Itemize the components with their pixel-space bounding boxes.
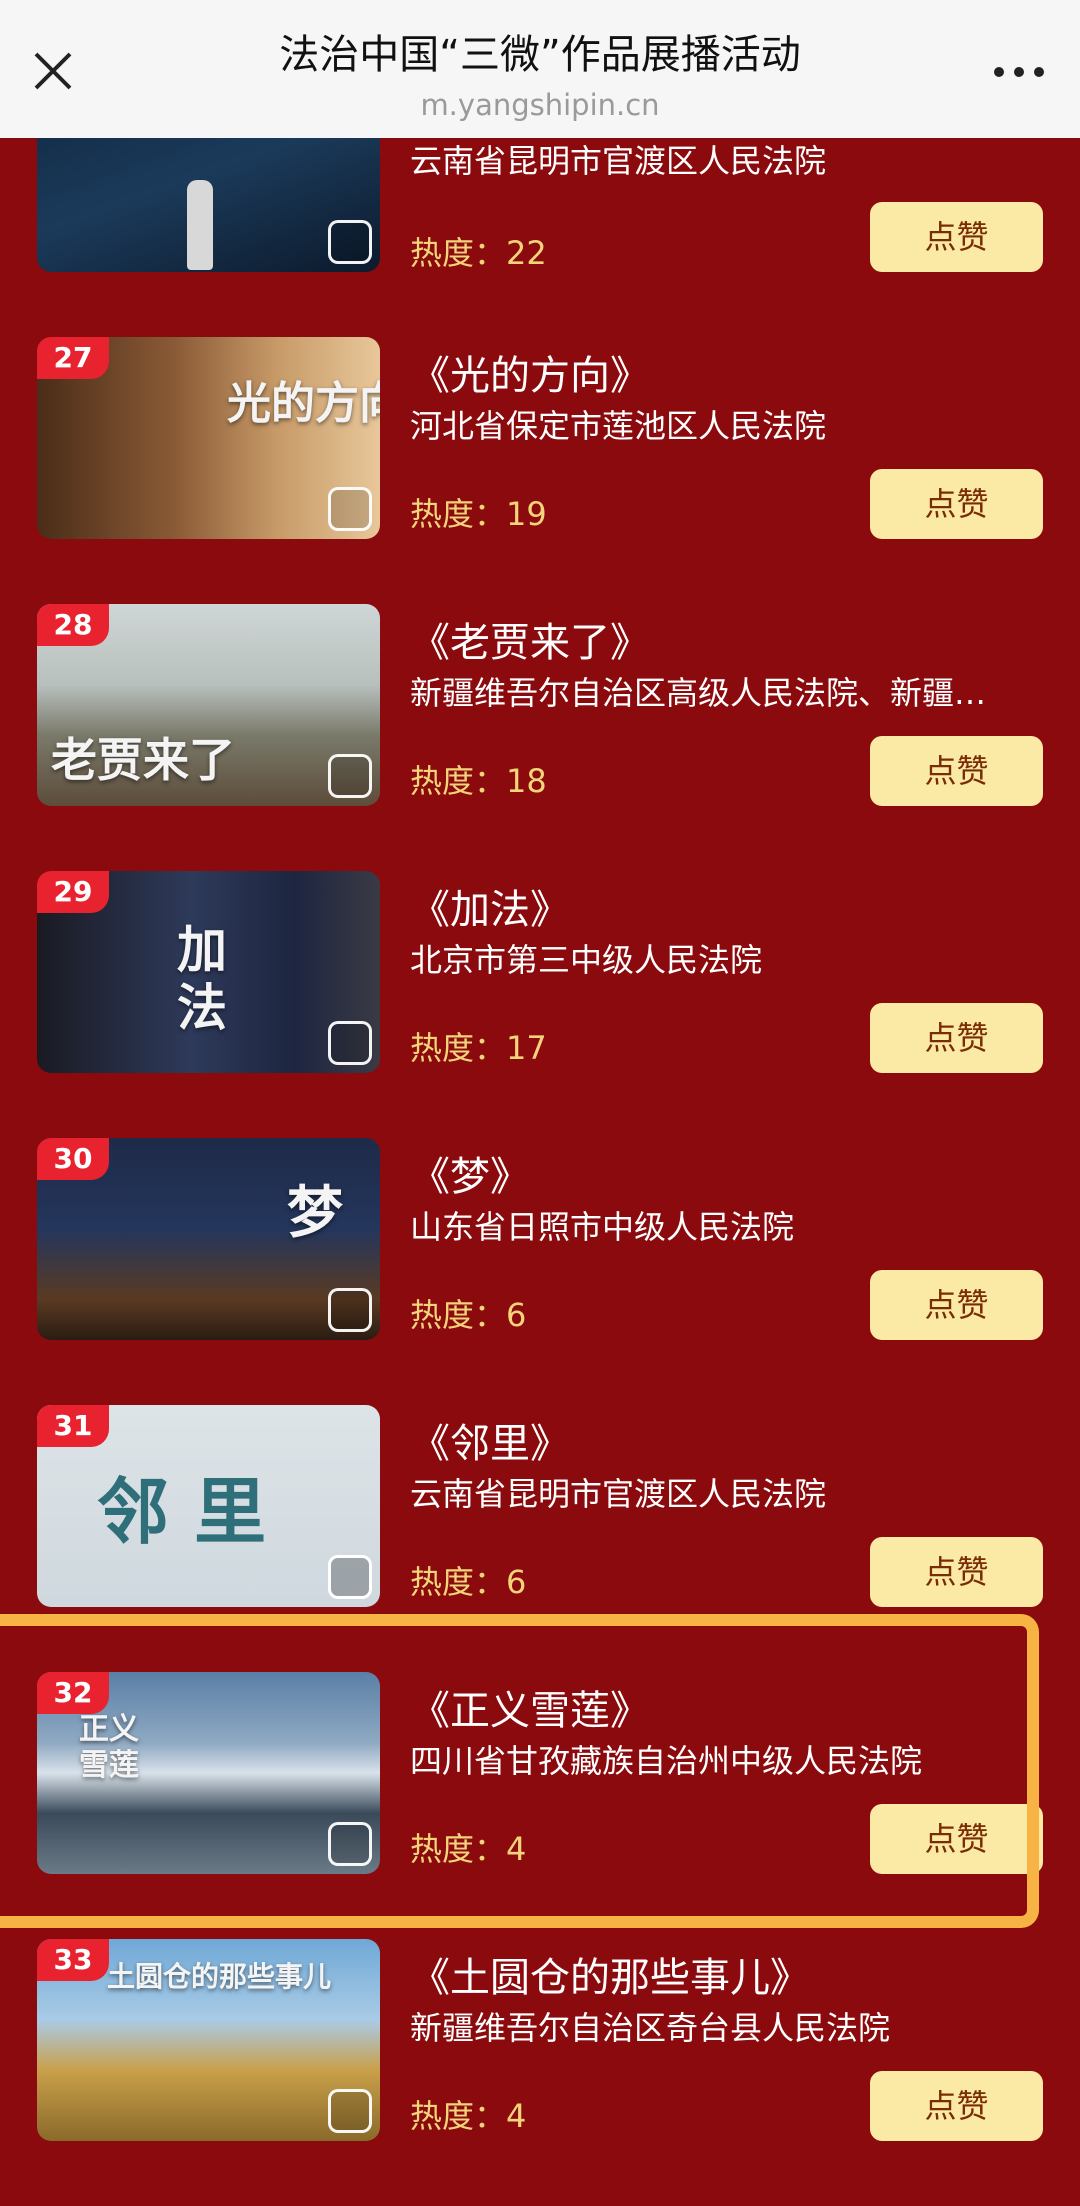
expand-icon[interactable] [328, 1021, 372, 1065]
list-item: 30 梦 《梦》 山东省日照市中级人民法院 热度：6 点赞 [0, 1138, 1080, 1405]
list-item: 32 正义雪莲 《正义雪莲》 四川省甘孜藏族自治州中级人民法院 热度：4 点赞 [0, 1672, 1080, 1939]
thumbnail-title-text: 土圆仓的那些事儿 [107, 1960, 332, 1993]
page-title: 法治中国“三微”作品展播活动 [279, 32, 801, 78]
heat-value: 热度：17 [410, 1029, 547, 1067]
thumbnail-title-text: 邻 里 [97, 1469, 267, 1554]
work-title: 《邻里》 [410, 1421, 570, 1467]
work-title: 《正义雪莲》 [410, 1688, 650, 1734]
heat-value: 热度：18 [410, 762, 547, 800]
video-thumbnail[interactable]: 30 梦 [37, 1138, 380, 1340]
video-thumbnail[interactable]: 33 土圆仓的那些事儿 [37, 1939, 380, 2141]
work-title: 《老贾来了》 [410, 620, 650, 666]
browser-header: 法治中国“三微”作品展播活动 m.yangshipin.cn [0, 0, 1080, 138]
expand-icon[interactable] [328, 754, 372, 798]
list-item: 31 邻 里 《邻里》 云南省昆明市官渡区人民法院 热度：6 点赞 [0, 1405, 1080, 1672]
video-thumbnail[interactable]: 32 正义雪莲 [37, 1672, 380, 1874]
court-name: 新疆维吾尔自治区奇台县人民法院 [410, 2009, 891, 2047]
like-button[interactable]: 点赞 [870, 736, 1043, 806]
like-button[interactable]: 点赞 [870, 1804, 1043, 1874]
like-button[interactable]: 点赞 [870, 1003, 1043, 1073]
thumbnail-figure [187, 180, 213, 270]
like-button[interactable]: 点赞 [870, 202, 1043, 272]
heat-value: 热度：4 [410, 1830, 527, 1868]
list-item: 29 加法 《加法》 北京市第三中级人民法院 热度：17 点赞 [0, 871, 1080, 1138]
thumbnail-title-text: 梦 [287, 1180, 343, 1246]
more-dots-icon[interactable] [990, 52, 1048, 92]
expand-icon[interactable] [328, 487, 372, 531]
list-item: 27 光的方向 《光的方向》 河北省保定市莲池区人民法院 热度：19 点赞 [0, 337, 1080, 604]
heat-value: 热度：19 [410, 495, 547, 533]
court-name: 河北省保定市莲池区人民法院 [410, 407, 827, 445]
court-name: 四川省甘孜藏族自治州中级人民法院 [410, 1742, 923, 1780]
expand-icon[interactable] [328, 1822, 372, 1866]
video-thumbnail[interactable]: 31 邻 里 [37, 1405, 380, 1607]
heat-value: 热度：22 [410, 234, 547, 272]
page-url: m.yangshipin.cn [420, 88, 660, 122]
heat-value: 热度：6 [410, 1296, 527, 1334]
thumbnail-title-text: 老贾来了 [51, 733, 235, 787]
court-name: 云南省昆明市官渡区人民法院 [410, 1475, 827, 1513]
rank-badge: 29 [37, 871, 109, 913]
work-title: 《光的方向》 [410, 353, 650, 399]
like-button[interactable]: 点赞 [870, 1537, 1043, 1607]
like-button[interactable]: 点赞 [870, 2071, 1043, 2141]
list-item: 33 土圆仓的那些事儿 《土圆仓的那些事儿》 新疆维吾尔自治区奇台县人民法院 热… [0, 1939, 1080, 2206]
heat-value: 热度：6 [410, 1563, 527, 1601]
close-icon[interactable] [28, 46, 78, 96]
thumbnail-title-text: 光的方向 [227, 378, 380, 429]
rank-badge: 33 [37, 1939, 109, 1981]
video-thumbnail[interactable]: 28 老贾来了 [37, 604, 380, 806]
expand-icon[interactable] [328, 2089, 372, 2133]
thumbnail-title-text: 正义雪莲 [79, 1712, 139, 1783]
rank-badge: 32 [37, 1672, 109, 1714]
work-title: 《梦》 [410, 1154, 530, 1200]
video-thumbnail[interactable]: 27 光的方向 [37, 337, 380, 539]
expand-icon[interactable] [328, 220, 372, 264]
rank-badge: 30 [37, 1138, 109, 1180]
thumbnail-title-text: 加法 [177, 920, 227, 1037]
court-name: 北京市第三中级人民法院 [410, 941, 763, 979]
rank-badge: 27 [37, 337, 109, 379]
court-name: 云南省昆明市官渡区人民法院 [410, 142, 827, 180]
court-name: 新疆维吾尔自治区高级人民法院、新疆… [410, 674, 987, 712]
expand-icon[interactable] [328, 1555, 372, 1599]
like-button[interactable]: 点赞 [870, 1270, 1043, 1340]
like-button[interactable]: 点赞 [870, 469, 1043, 539]
heat-value: 热度：4 [410, 2097, 527, 2135]
work-title: 《土圆仓的那些事儿》 [410, 1955, 810, 2001]
court-name: 山东省日照市中级人民法院 [410, 1208, 795, 1246]
expand-icon[interactable] [328, 1288, 372, 1332]
rank-badge: 28 [37, 604, 109, 646]
list-item: 28 老贾来了 《老贾来了》 新疆维吾尔自治区高级人民法院、新疆… 热度：18 … [0, 604, 1080, 871]
work-title: 《加法》 [410, 887, 570, 933]
rank-badge: 31 [37, 1405, 109, 1447]
video-thumbnail[interactable]: 29 加法 [37, 871, 380, 1073]
